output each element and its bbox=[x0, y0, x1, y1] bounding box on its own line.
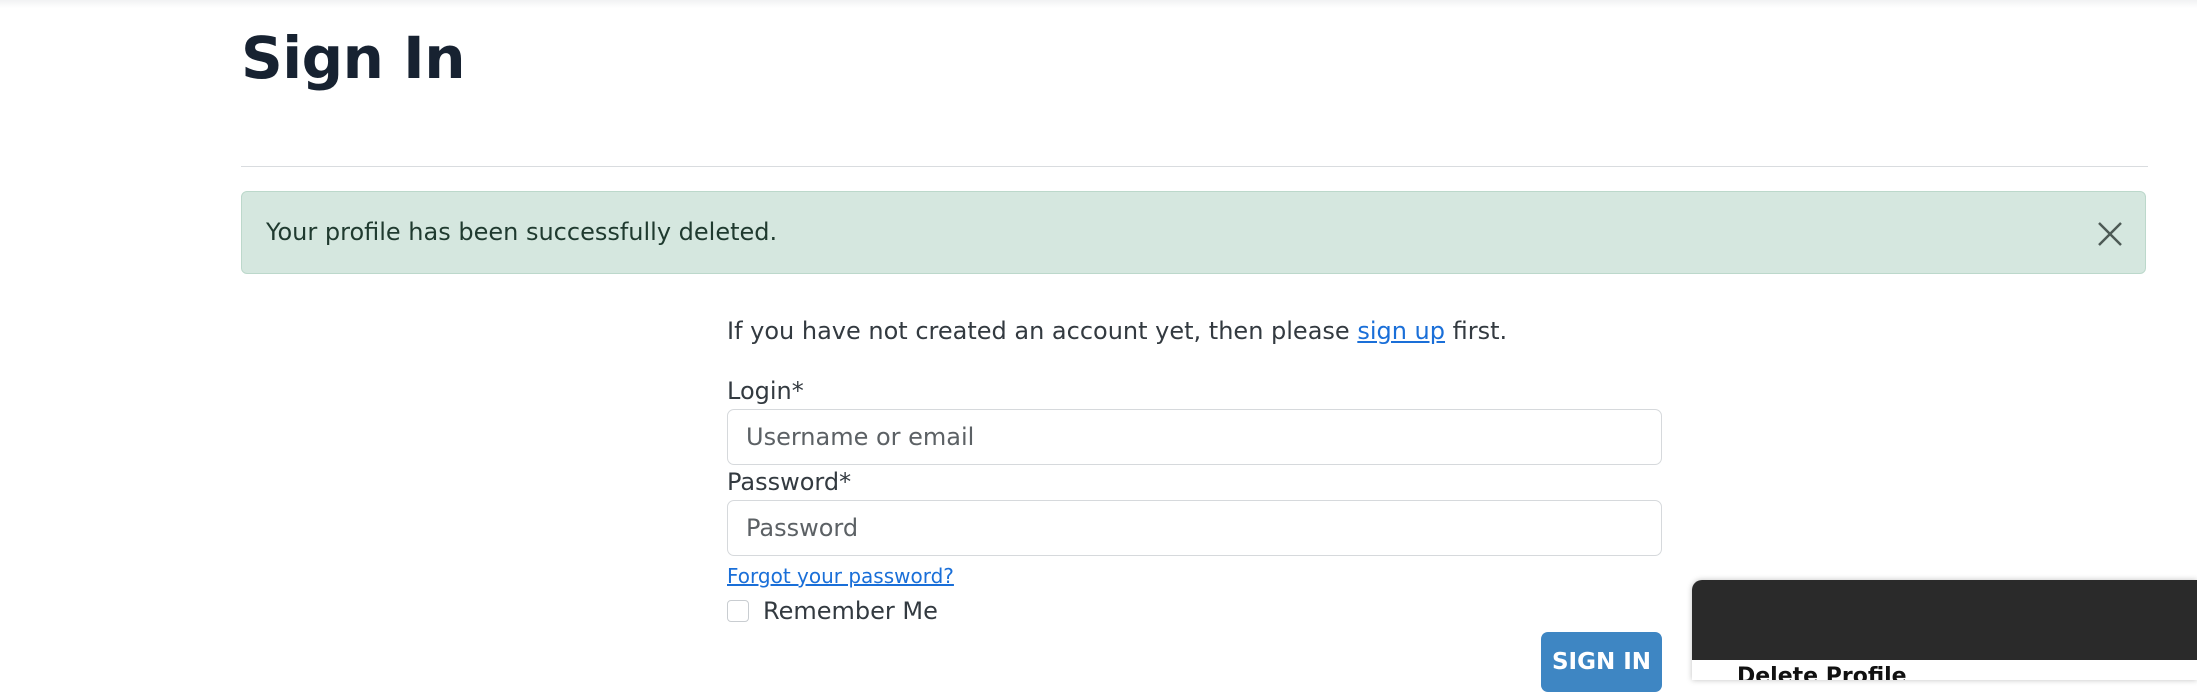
success-alert: Your profile has been successfully delet… bbox=[241, 191, 2146, 274]
password-input[interactable] bbox=[727, 500, 1662, 556]
signup-prompt: If you have not created an account yet, … bbox=[727, 313, 1507, 349]
page-title: Sign In bbox=[241, 24, 466, 92]
sign-up-link[interactable]: sign up bbox=[1357, 317, 1445, 345]
login-input[interactable] bbox=[727, 409, 1662, 465]
sign-in-button[interactable]: SIGN IN bbox=[1541, 632, 1662, 692]
password-label: Password* bbox=[727, 468, 852, 496]
forgot-password-link[interactable]: Forgot your password? bbox=[727, 562, 954, 590]
remember-me-label: Remember Me bbox=[763, 597, 938, 625]
divider bbox=[241, 166, 2148, 167]
signup-prompt-before: If you have not created an account yet, … bbox=[727, 317, 1358, 345]
close-icon[interactable] bbox=[2095, 219, 2125, 249]
remember-me[interactable]: Remember Me bbox=[727, 595, 938, 627]
remember-me-checkbox[interactable] bbox=[727, 600, 749, 622]
signup-prompt-after: first. bbox=[1445, 317, 1508, 345]
popup-header bbox=[1692, 580, 2197, 660]
popup-title: Delete Profile bbox=[1737, 664, 1907, 680]
login-label: Login* bbox=[727, 377, 804, 405]
delete-profile-popup: Delete Profile bbox=[1692, 580, 2197, 680]
top-shadow bbox=[0, 0, 2197, 8]
alert-message: Your profile has been successfully delet… bbox=[266, 218, 778, 246]
